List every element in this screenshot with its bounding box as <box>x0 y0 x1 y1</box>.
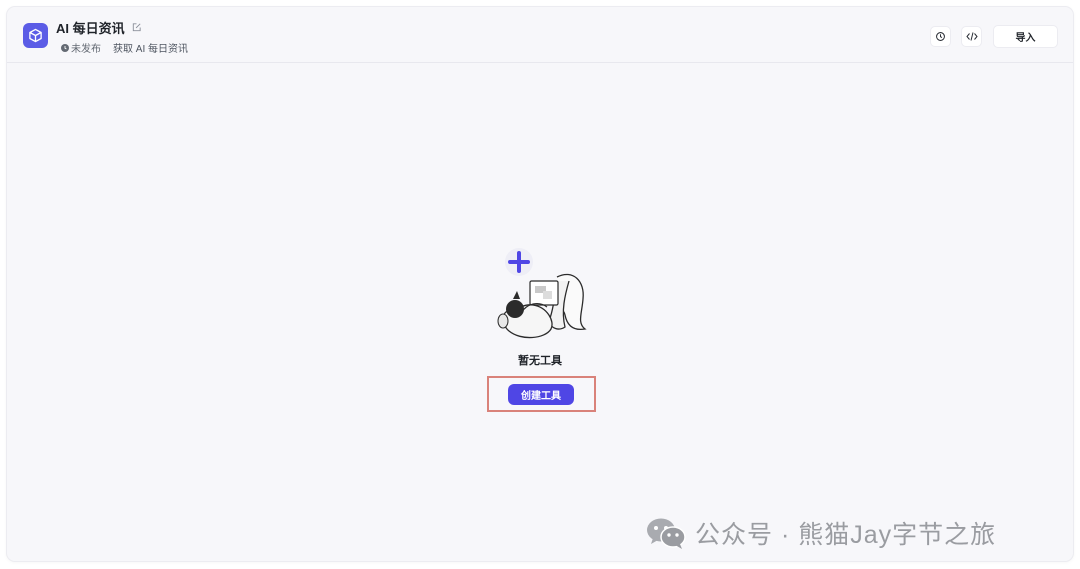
edit-icon[interactable] <box>131 22 142 33</box>
title-row: AI 每日资讯 <box>56 18 142 37</box>
app-description: 获取 AI 每日资讯 <box>113 44 189 55</box>
history-button[interactable] <box>931 27 950 46</box>
header: AI 每日资讯 未发布 获取 AI 每日资讯 导入 <box>7 7 1073 63</box>
import-button[interactable]: 导入 <box>994 26 1057 47</box>
app-title: AI 每日资讯 <box>56 21 125 36</box>
clock-icon <box>61 43 69 52</box>
code-button[interactable] <box>962 27 981 46</box>
empty-state-label: 暂无工具 <box>518 355 562 367</box>
code-icon <box>965 31 978 42</box>
status-text: 未发布 <box>71 44 101 55</box>
subtitle-row: 未发布 获取 AI 每日资讯 <box>61 40 188 55</box>
watermark: 公众号 · 熊猫Jay字节之旅 <box>645 515 996 551</box>
wechat-icon <box>645 516 687 550</box>
history-icon <box>935 31 946 42</box>
create-tool-button[interactable]: 创建工具 <box>508 384 574 405</box>
cube-icon <box>23 23 48 48</box>
watermark-text: 公众号 · 熊猫Jay字节之旅 <box>695 521 997 549</box>
status-badge: 未发布 <box>61 40 101 55</box>
app-window: AI 每日资讯 未发布 获取 AI 每日资讯 导入 暂无工具 创建工具 公众号 … <box>7 7 1073 561</box>
empty-illustration <box>497 248 587 339</box>
